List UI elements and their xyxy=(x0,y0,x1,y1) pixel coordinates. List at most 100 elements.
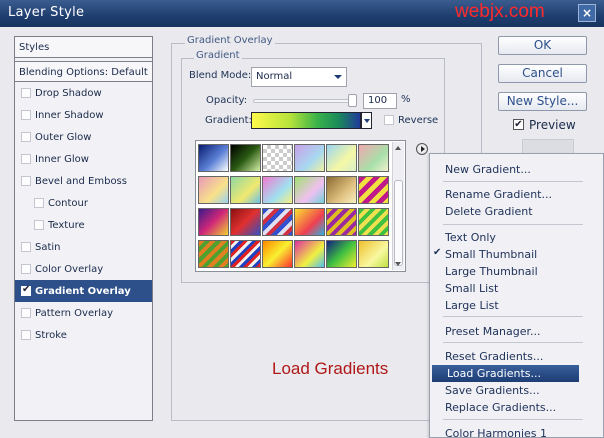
style-item-inner-glow[interactable]: Inner Glow xyxy=(15,148,152,170)
gradient-preset-swatch[interactable] xyxy=(198,144,229,172)
style-item-label: Pattern Overlay xyxy=(35,308,114,319)
style-checkbox[interactable] xyxy=(34,220,44,230)
gradient-preset-swatch[interactable] xyxy=(262,208,293,236)
menu-item-replace-gradients[interactable]: Replace Gradients... xyxy=(430,399,603,416)
gradient-preset-swatch[interactable] xyxy=(262,240,293,268)
gradient-preset-swatch[interactable] xyxy=(198,208,229,236)
menu-item-new-gradient[interactable]: New Gradient... xyxy=(430,161,603,178)
gradient-preset-swatch[interactable] xyxy=(358,208,389,236)
gradient-preset-swatch[interactable] xyxy=(358,144,389,172)
menu-item-small-thumbnail[interactable]: ✔ Small Thumbnail xyxy=(430,246,603,263)
style-item-label: Outer Glow xyxy=(35,132,92,143)
reverse-checkbox[interactable] xyxy=(384,115,394,125)
style-checkbox[interactable] xyxy=(21,154,31,164)
gradient-preset-swatch[interactable] xyxy=(326,208,357,236)
scroll-down-icon[interactable] xyxy=(395,262,401,266)
style-item-color-overlay[interactable]: Color Overlay xyxy=(15,258,152,280)
blend-mode-select[interactable]: Normal xyxy=(251,67,347,87)
gradient-swatch[interactable] xyxy=(251,112,361,129)
style-item-label: Inner Shadow xyxy=(35,110,104,121)
style-checkbox[interactable] xyxy=(21,264,31,274)
gradient-preset-swatch[interactable] xyxy=(230,208,261,236)
style-item-label: Bevel and Emboss xyxy=(35,176,127,187)
menu-item-save-gradients[interactable]: Save Gradients... xyxy=(430,382,603,399)
gradient-preset-swatch[interactable] xyxy=(326,144,357,172)
style-checkbox[interactable] xyxy=(21,132,31,142)
menu-item-delete-gradient[interactable]: Delete Gradient xyxy=(430,203,603,220)
scroll-thumb[interactable] xyxy=(394,180,403,266)
menu-separator xyxy=(443,419,583,420)
menu-item-reset-gradients[interactable]: Reset Gradients... xyxy=(430,348,603,365)
style-checkbox[interactable] xyxy=(21,242,31,252)
menu-item-load-gradients[interactable]: Load Gradients... xyxy=(432,365,579,382)
gradient-preset-swatch[interactable] xyxy=(326,176,357,204)
style-item-label: Drop Shadow xyxy=(35,88,102,99)
gradient-preset-swatch[interactable] xyxy=(262,144,293,172)
cancel-button[interactable]: Cancel xyxy=(498,64,587,83)
style-checkbox[interactable] xyxy=(21,330,31,340)
annotation-label: Load Gradients xyxy=(272,359,389,378)
style-item-inner-shadow[interactable]: Inner Shadow xyxy=(15,104,152,126)
picker-menu-button[interactable] xyxy=(416,143,428,155)
style-checkbox[interactable] xyxy=(34,198,44,208)
gradient-picker xyxy=(195,140,406,272)
gradient-preset-swatch[interactable] xyxy=(294,176,325,204)
style-checkbox[interactable] xyxy=(21,308,31,318)
gradient-preset-swatch[interactable] xyxy=(230,240,261,268)
gradient-context-menu: New Gradient... Rename Gradient... Delete … xyxy=(429,153,604,438)
opacity-slider[interactable] xyxy=(253,99,357,103)
opacity-slider-thumb[interactable] xyxy=(348,94,357,107)
preview-checkbox[interactable]: ✔ xyxy=(513,119,524,130)
gradient-preset-swatch[interactable] xyxy=(198,240,229,268)
gradient-preset-swatch[interactable] xyxy=(294,144,325,172)
menu-item-small-list[interactable]: Small List xyxy=(430,280,603,297)
gradient-preset-swatch[interactable] xyxy=(294,208,325,236)
menu-item-label: New Gradient... xyxy=(445,163,531,176)
gradient-label: Gradient: xyxy=(205,115,252,126)
style-item-stroke[interactable]: Stroke xyxy=(15,324,152,346)
style-item-drop-shadow[interactable]: Drop Shadow xyxy=(15,82,152,104)
menu-item-preset-manager[interactable]: Preset Manager... xyxy=(430,323,603,340)
gradient-preset-swatch[interactable] xyxy=(230,176,261,204)
scroll-up-icon[interactable] xyxy=(395,146,401,150)
gradient-subgroup-title: Gradient xyxy=(194,50,242,61)
style-checkbox[interactable] xyxy=(21,284,31,296)
close-button[interactable]: × xyxy=(578,4,596,22)
style-checkbox[interactable] xyxy=(21,88,31,98)
style-item-bevel-and-emboss[interactable]: Bevel and Emboss xyxy=(15,170,152,192)
menu-item-rename-gradient[interactable]: Rename Gradient... xyxy=(430,186,603,203)
menu-item-text-only[interactable]: Text Only xyxy=(430,229,603,246)
styles-header[interactable]: Styles xyxy=(15,37,152,58)
gradient-preset-swatch[interactable] xyxy=(198,176,229,204)
menu-item-color-harmonies-1[interactable]: Color Harmonies 1 xyxy=(430,425,603,438)
style-checkbox[interactable] xyxy=(21,176,31,186)
style-item-contour[interactable]: Contour xyxy=(15,192,152,214)
menu-item-label: Text Only xyxy=(445,231,496,244)
menu-separator xyxy=(443,342,583,343)
reverse-label: Reverse xyxy=(398,115,439,126)
gradient-preset-swatch[interactable] xyxy=(358,240,389,268)
style-item-gradient-overlay[interactable]: Gradient Overlay xyxy=(15,280,152,302)
menu-item-large-thumbnail[interactable]: Large Thumbnail xyxy=(430,263,603,280)
gradient-preset-swatch[interactable] xyxy=(294,240,325,268)
style-item-label: Stroke xyxy=(35,330,67,341)
ok-button[interactable]: OK xyxy=(498,36,587,55)
menu-item-large-list[interactable]: Large List xyxy=(430,297,603,314)
style-item-outer-glow[interactable]: Outer Glow xyxy=(15,126,152,148)
gradient-preset-swatch[interactable] xyxy=(326,240,357,268)
gradient-preset-swatch[interactable] xyxy=(358,176,389,204)
opacity-input[interactable]: 100 xyxy=(363,93,397,109)
gradient-preset-swatch[interactable] xyxy=(262,176,293,204)
menu-separator xyxy=(443,224,583,225)
style-item-satin[interactable]: Satin xyxy=(15,236,152,258)
style-checkbox[interactable] xyxy=(21,110,31,120)
style-item-label: Contour xyxy=(48,198,88,209)
gradient-dropdown-button[interactable] xyxy=(361,112,372,129)
gradient-preset-swatch[interactable] xyxy=(230,144,261,172)
style-item-texture[interactable]: Texture xyxy=(15,214,152,236)
style-item-pattern-overlay[interactable]: Pattern Overlay xyxy=(15,302,152,324)
style-item-label: Gradient Overlay xyxy=(35,286,131,297)
picker-scrollbar[interactable] xyxy=(392,142,404,270)
new-style-button[interactable]: New Style... xyxy=(498,92,587,111)
blending-options[interactable]: Blending Options: Default xyxy=(15,61,152,82)
